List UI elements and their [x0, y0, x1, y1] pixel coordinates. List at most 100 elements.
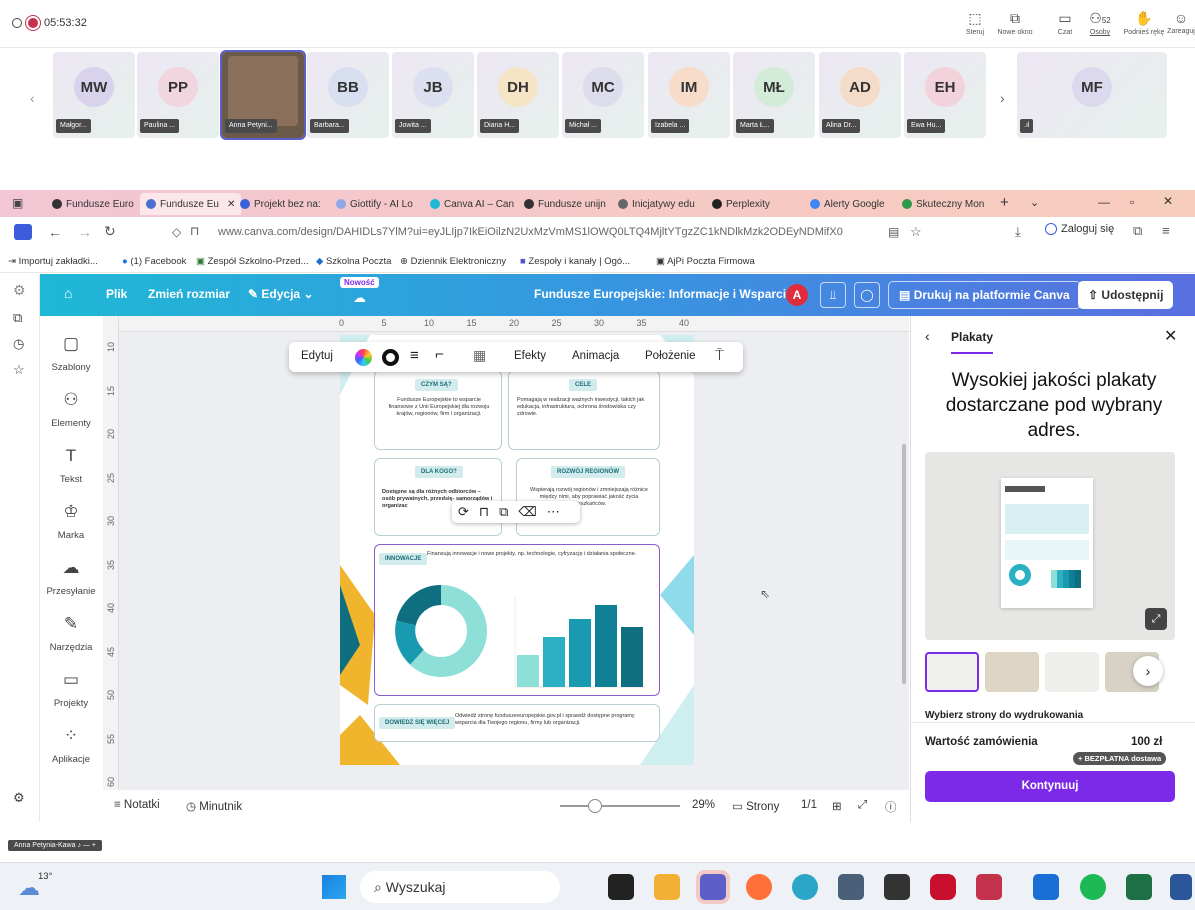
- comment-icon[interactable]: ◯: [854, 282, 880, 308]
- chevron-left-icon[interactable]: ‹: [30, 90, 35, 106]
- insights-icon[interactable]: ⫫: [820, 282, 846, 308]
- participant-tile[interactable]: BB Barbara...: [307, 52, 389, 138]
- thumbnail-option[interactable]: [1045, 652, 1099, 692]
- task-view-icon[interactable]: [608, 874, 634, 900]
- zoom-slider-handle[interactable]: [588, 799, 602, 813]
- tab-actions-icon[interactable]: ▣: [12, 196, 23, 210]
- minimize-icon[interactable]: —: [1098, 195, 1110, 209]
- browser-tab-active[interactable]: Fundusze Eu ✕: [140, 193, 242, 215]
- participant-tile[interactable]: DH Diana H...: [477, 52, 559, 138]
- scrollbar[interactable]: [902, 444, 906, 684]
- participant-tile[interactable]: MC Michał ...: [562, 52, 644, 138]
- calculator-icon[interactable]: [838, 874, 864, 900]
- user-avatar[interactable]: A: [786, 284, 808, 306]
- download-icon[interactable]: ⤓: [1015, 224, 1021, 240]
- participant-tile[interactable]: Anna Petyni...: [220, 50, 306, 140]
- cloud-sync-icon[interactable]: ☁: [353, 290, 366, 306]
- file-explorer-icon[interactable]: [654, 874, 680, 900]
- bookmark-item[interactable]: ■ Zespoły i kanały | Ogó...: [520, 256, 630, 267]
- new-tab-icon[interactable]: +: [1000, 194, 1009, 211]
- poster-preview[interactable]: ⤢: [925, 452, 1175, 640]
- thumbnail-option[interactable]: [925, 652, 979, 692]
- back-arrow-icon[interactable]: ←: [48, 224, 62, 240]
- spotify-icon[interactable]: [1080, 874, 1106, 900]
- position-button[interactable]: Położenie: [645, 350, 696, 362]
- file-menu[interactable]: Plik: [106, 287, 127, 301]
- app-icon[interactable]: [930, 874, 956, 900]
- participant-tile[interactable]: PP Paulina ...: [137, 52, 219, 138]
- next-thumbnail-icon[interactable]: ›: [1133, 656, 1163, 686]
- poster-page[interactable]: CZYM SĄ? Fundusze Europejskie to wsparci…: [340, 335, 694, 765]
- pages-button[interactable]: ▭ Strony: [732, 799, 779, 813]
- bookmark-item[interactable]: ▣ AjPi Poczta Firmowa: [656, 256, 755, 267]
- participant-tile[interactable]: JB Jowita ...: [392, 52, 474, 138]
- notion-icon[interactable]: [884, 874, 910, 900]
- participant-tile[interactable]: MW Małgor...: [53, 52, 135, 138]
- home-icon[interactable]: ⌂: [64, 285, 72, 301]
- ai-chatbot-icon[interactable]: ⚙: [13, 282, 26, 299]
- browser-tab[interactable]: Projekt bez na:: [240, 195, 321, 213]
- start-icon[interactable]: [322, 875, 346, 899]
- sidebar-item-elements[interactable]: ⚇ Elementy: [40, 390, 102, 429]
- chat-button[interactable]: ▭ Czat: [1045, 10, 1085, 36]
- magic-edit-icon[interactable]: ⟳: [458, 504, 469, 520]
- reload-icon[interactable]: ↻: [104, 223, 116, 240]
- synced-tabs-icon[interactable]: ⧉: [13, 310, 22, 326]
- panel-tab-posters[interactable]: Plakaty: [951, 330, 994, 354]
- thumbnail-option[interactable]: [985, 652, 1039, 692]
- participant-tile[interactable]: IM Izabela ...: [648, 52, 730, 138]
- sidebar-item-apps[interactable]: ⁘ Aplikacje: [40, 726, 102, 765]
- calendar-icon[interactable]: [1033, 874, 1059, 900]
- transparency-icon[interactable]: ▦: [473, 347, 486, 364]
- browser-tab[interactable]: Perplexity: [712, 195, 770, 213]
- new-window-button[interactable]: ⧉ Nowe okno: [995, 10, 1035, 36]
- history-icon[interactable]: ◷: [13, 336, 24, 352]
- raise-hand-button[interactable]: ✋ Podnieś rękę: [1120, 10, 1168, 36]
- browser-tab[interactable]: Fundusze unijn: [524, 195, 606, 213]
- reader-view-icon[interactable]: ▤: [888, 225, 899, 239]
- animation-button[interactable]: Animacja: [572, 350, 619, 362]
- info-card[interactable]: ROZWÓJ REGIONÓW Wspierają rozwój regionó…: [516, 458, 660, 536]
- grid-view-icon[interactable]: ⊞: [832, 799, 842, 813]
- timer-button[interactable]: ◷ Minutnik: [186, 799, 242, 813]
- info-card[interactable]: CZYM SĄ? Fundusze Europejskie to wsparci…: [374, 370, 502, 450]
- chevron-right-icon[interactable]: ›: [1000, 90, 1005, 106]
- share-button[interactable]: ⇧ Udostępnij: [1078, 281, 1174, 309]
- word-icon[interactable]: [1170, 874, 1192, 900]
- sidebar-item-brand[interactable]: ♔ Marka: [40, 502, 102, 541]
- people-button[interactable]: ⚇52 Osoby: [1080, 10, 1120, 36]
- firefox-icon[interactable]: [746, 874, 772, 900]
- login-button[interactable]: Zaloguj się: [1045, 223, 1114, 235]
- edit-menu[interactable]: ✎ Edycja ⌄: [248, 287, 314, 301]
- document-title[interactable]: Fundusze Europejskie: Informacje i Wspar…: [534, 287, 793, 301]
- effects-button[interactable]: Efekty: [514, 350, 546, 362]
- zoom-slider[interactable]: [560, 805, 680, 807]
- bookmark-item[interactable]: ⇥ Importuj zakładki...: [8, 256, 98, 267]
- search-box[interactable]: ⌕ Wyszukaj: [360, 871, 560, 903]
- excel-icon[interactable]: [1126, 874, 1152, 900]
- edit-button[interactable]: Edytuj: [301, 350, 333, 362]
- browser-tab[interactable]: Giottify - AI Lo: [336, 195, 413, 213]
- browser-tab[interactable]: Fundusze Euro: [52, 195, 134, 213]
- sidebar-item-templates[interactable]: ▢ Szablony: [40, 334, 102, 373]
- bookmark-item[interactable]: ▣ Zespół Szkolno-Przed...: [196, 256, 308, 267]
- participant-tile[interactable]: AD Alina Dr...: [819, 52, 901, 138]
- forward-arrow-icon[interactable]: →: [78, 224, 92, 240]
- line-weight-icon[interactable]: ≡: [410, 347, 419, 364]
- edge-icon[interactable]: [792, 874, 818, 900]
- participant-tile[interactable]: MŁ Marta Ł...: [733, 52, 815, 138]
- pick-pages-label[interactable]: Wybierz strony do wydrukowania: [925, 710, 1083, 721]
- self-view-label[interactable]: Anna Petynia-Kawa ♪ — +: [8, 840, 102, 851]
- browser-tab[interactable]: Alerty Google: [810, 195, 885, 213]
- copy-style-icon[interactable]: ⍑: [715, 347, 724, 364]
- fullscreen-icon[interactable]: ⤢: [858, 799, 867, 812]
- trash-icon[interactable]: ⌫: [518, 504, 536, 520]
- sidebar-item-tools[interactable]: ✎ Narzędzia: [40, 614, 102, 653]
- continue-button[interactable]: Kontynuuj: [925, 771, 1175, 802]
- back-icon[interactable]: ‹: [925, 328, 930, 344]
- teams-icon[interactable]: [700, 874, 726, 900]
- sidebar-item-projects[interactable]: ▭ Projekty: [40, 670, 102, 709]
- bookmarks-icon[interactable]: ☆: [13, 362, 25, 378]
- maximize-icon[interactable]: ▫: [1130, 195, 1134, 209]
- border-style-icon[interactable]: [382, 349, 399, 366]
